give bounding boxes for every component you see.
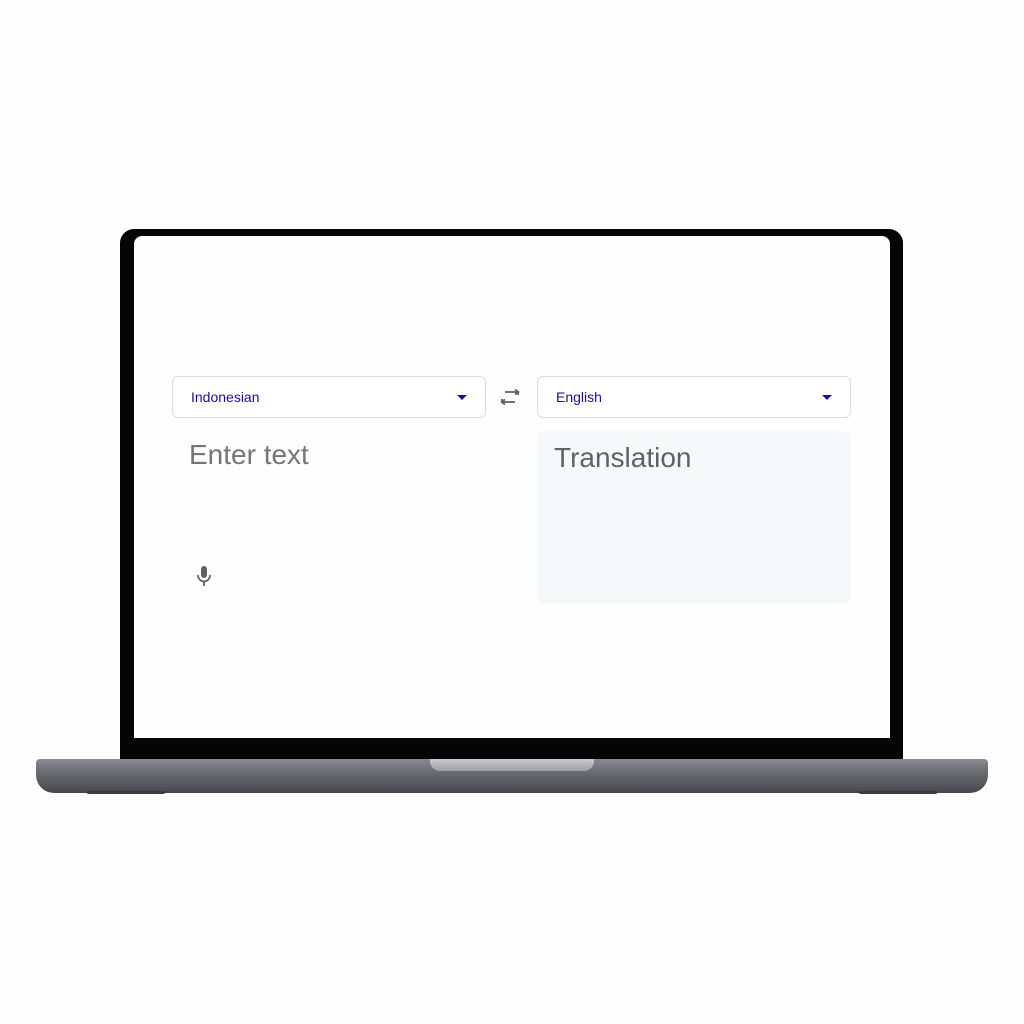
translation-output: Translation (537, 431, 851, 603)
microphone-button[interactable] (195, 565, 213, 589)
source-text-input[interactable] (189, 439, 469, 471)
screen: Indonesian English Enter text Translatio… (134, 236, 890, 738)
laptop-mockup: Indonesian English Enter text Translatio… (0, 0, 1024, 1024)
laptop-foot-left (86, 791, 166, 794)
laptop-base (36, 759, 988, 794)
swap-languages-button[interactable] (496, 386, 524, 410)
translation-placeholder: Translation (554, 442, 692, 473)
target-language-select[interactable]: English (537, 376, 851, 418)
source-text-area (172, 431, 486, 603)
laptop-foot-right (858, 791, 938, 794)
chevron-down-icon (822, 394, 832, 400)
source-language-select[interactable]: Indonesian (172, 376, 486, 418)
swap-languages-icon (500, 389, 520, 406)
chevron-down-icon (457, 394, 467, 400)
target-language-label: English (556, 389, 602, 405)
source-language-label: Indonesian (191, 389, 260, 405)
laptop-opening-lip (430, 759, 594, 771)
microphone-icon (197, 566, 211, 586)
